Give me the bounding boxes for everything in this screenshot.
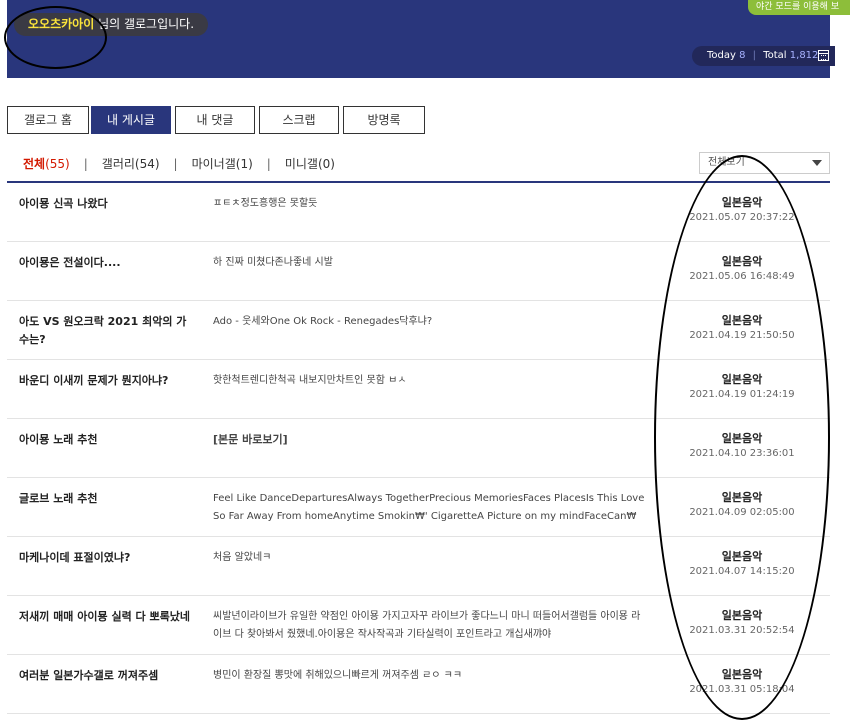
calendar-icon[interactable]: [818, 50, 829, 61]
hand-drawn-oval-annotation: [654, 155, 830, 720]
post-content[interactable]: [본문 바로보기]: [213, 431, 648, 449]
post-content[interactable]: ㅍㅌㅊ정도흥행은 못할듯: [213, 195, 648, 213]
post-content[interactable]: Ado - 웃세와One Ok Rock - Renegades닥후냐?: [213, 313, 648, 331]
today-value: 8: [739, 50, 746, 61]
visitor-counter: Today 8 | Total 1,812: [692, 46, 835, 66]
gallog-header: 오오츠카아이 님의 갤로그입니다. Today 8 | Total 1,812: [7, 0, 835, 78]
filter-divider: |: [173, 157, 178, 171]
filter-divider: |: [83, 157, 88, 171]
post-content[interactable]: 씨발년이라이브가 유일한 약점인 아이묭 가지고자꾸 라이브가 좋다느니 마니 …: [213, 608, 648, 644]
filter-mini-gallery[interactable]: 미니갤(0): [285, 157, 335, 171]
hand-drawn-circle-annotation: [4, 6, 107, 69]
post-content[interactable]: 핫한척트렌디한척곡 내보지만차트인 못함 ㅂㅅ: [213, 372, 648, 390]
total-label: Total: [763, 50, 787, 61]
gallery-filter: 전체(55) | 갤러리(54) | 마이너갤(1) | 미니갤(0): [23, 155, 335, 172]
post-title[interactable]: 바운디 이새끼 문제가 뭔지아냐?: [19, 372, 194, 390]
post-title[interactable]: 글로브 노래 추천: [19, 490, 194, 508]
post-content[interactable]: 하 진짜 미쳤다존나좋네 시발: [213, 254, 648, 272]
tab-guestbook[interactable]: 방명록: [343, 106, 425, 134]
tab-my-comments[interactable]: 내 댓글: [175, 106, 255, 134]
filter-all[interactable]: 전체(55): [23, 157, 70, 171]
counter-divider: |: [752, 50, 757, 61]
post-title[interactable]: 아도 VS 원오크락 2021 최악의 가수는?: [19, 313, 194, 349]
title-suffix: 님의 갤로그입니다.: [98, 17, 195, 31]
post-content[interactable]: 병민이 환장질 뽕맛에 취해있으니빠르게 꺼져주셈 ㄹㅇ ㅋㅋ: [213, 667, 648, 685]
chevron-down-icon: [812, 160, 822, 166]
filter-divider: |: [266, 157, 271, 171]
post-title[interactable]: 아이묭은 전설이다....: [19, 254, 194, 272]
tab-scrap[interactable]: 스크랩: [259, 106, 339, 134]
post-content[interactable]: Feel Like DanceDeparturesAlways Together…: [213, 490, 648, 526]
total-value: 1,812: [789, 50, 819, 61]
post-title[interactable]: 아이묭 노래 추천: [19, 431, 194, 449]
post-title[interactable]: 여러분 일본가수갤로 꺼져주셈: [19, 667, 194, 685]
post-title[interactable]: 저새끼 매매 아이묭 실력 다 뽀록났네: [19, 608, 194, 626]
filter-minor-gallery[interactable]: 마이너갤(1): [192, 157, 253, 171]
post-title[interactable]: 아이묭 신곡 나왔다: [19, 195, 194, 213]
post-content[interactable]: 처음 알았네ㅋ: [213, 549, 648, 567]
filter-gallery[interactable]: 갤러리(54): [102, 157, 160, 171]
tab-gallog-home[interactable]: 갤로그 홈: [7, 106, 89, 134]
today-label: Today: [707, 50, 736, 61]
tab-my-posts[interactable]: 내 게시글: [91, 106, 171, 134]
post-title[interactable]: 마케나이데 표절이였냐?: [19, 549, 194, 567]
night-mode-button[interactable]: 야간 모드를 이용해 보: [748, 0, 850, 15]
